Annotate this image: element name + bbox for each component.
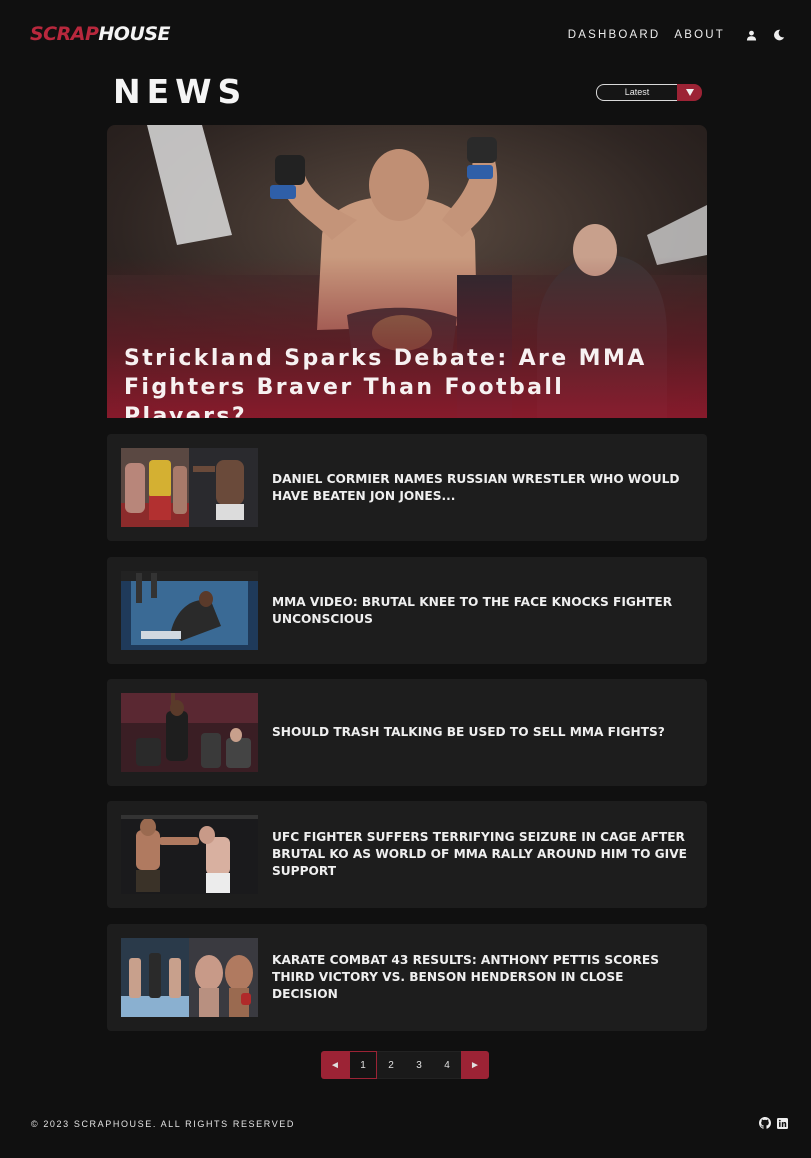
page-title: NEWS bbox=[113, 72, 248, 111]
article-headline: DANIEL CORMIER NAMES RUSSIAN WRESTLER WH… bbox=[272, 471, 680, 503]
page-button-4[interactable]: 4 bbox=[433, 1051, 461, 1079]
article-headline: KARATE COMBAT 43 RESULTS: ANTHONY PETTIS… bbox=[272, 953, 659, 1001]
article-headline: MMA VIDEO: BRUTAL KNEE TO THE FACE KNOCK… bbox=[272, 594, 673, 626]
footer-social-links bbox=[759, 1117, 788, 1129]
next-page-button[interactable]: ► bbox=[461, 1051, 489, 1079]
nav-link-dashboard[interactable]: DASHBOARD bbox=[568, 29, 661, 41]
page-button-1[interactable]: 1 bbox=[349, 1051, 377, 1079]
footer-copyright: © 2023 SCRAPHOUSE. ALL RIGHTS RESERVED bbox=[31, 1119, 296, 1129]
brand-logo-part-2: HOUSE bbox=[98, 23, 171, 45]
article-thumbnail bbox=[121, 571, 258, 650]
article-thumbnail bbox=[121, 448, 258, 527]
featured-article[interactable]: Strickland Sparks Debate: Are MMA Fighte… bbox=[107, 125, 707, 418]
prev-page-button[interactable]: ◄ bbox=[321, 1051, 349, 1079]
sort-dropdown[interactable]: Latest bbox=[596, 84, 702, 101]
github-icon[interactable] bbox=[759, 1117, 771, 1129]
pagination: ◄ 1 2 3 4 ► bbox=[321, 1051, 489, 1079]
linkedin-icon[interactable] bbox=[776, 1117, 788, 1129]
article-card[interactable]: MMA VIDEO: BRUTAL KNEE TO THE FACE KNOCK… bbox=[107, 557, 707, 664]
brand-logo[interactable]: SCRAPHOUSE bbox=[30, 23, 171, 45]
article-card[interactable]: SHOULD TRASH TALKING BE USED TO SELL MMA… bbox=[107, 679, 707, 786]
featured-article-title: Strickland Sparks Debate: Are MMA Fighte… bbox=[124, 346, 647, 418]
page-button-3[interactable]: 3 bbox=[405, 1051, 433, 1079]
article-card[interactable]: DANIEL CORMIER NAMES RUSSIAN WRESTLER WH… bbox=[107, 434, 707, 541]
top-bar: SCRAPHOUSE DASHBOARD ABOUT bbox=[0, 0, 811, 70]
brand-logo-part-1: SCRAP bbox=[30, 23, 99, 45]
article-thumbnail bbox=[121, 815, 258, 894]
moon-icon[interactable] bbox=[771, 27, 787, 43]
user-icon[interactable] bbox=[743, 27, 759, 43]
page-button-2[interactable]: 2 bbox=[377, 1051, 405, 1079]
article-headline: SHOULD TRASH TALKING BE USED TO SELL MMA… bbox=[272, 725, 665, 739]
article-thumbnail bbox=[121, 693, 258, 772]
article-thumbnail bbox=[121, 938, 258, 1017]
article-headline: UFC FIGHTER SUFFERS TERRIFYING SEIZURE I… bbox=[272, 830, 687, 878]
article-card[interactable]: UFC FIGHTER SUFFERS TERRIFYING SEIZURE I… bbox=[107, 801, 707, 908]
nav-link-about[interactable]: ABOUT bbox=[674, 29, 725, 41]
sort-selected-value: Latest bbox=[596, 84, 677, 101]
main-nav: DASHBOARD ABOUT bbox=[568, 27, 787, 43]
dropdown-arrow-icon bbox=[677, 84, 702, 101]
article-card[interactable]: KARATE COMBAT 43 RESULTS: ANTHONY PETTIS… bbox=[107, 924, 707, 1031]
